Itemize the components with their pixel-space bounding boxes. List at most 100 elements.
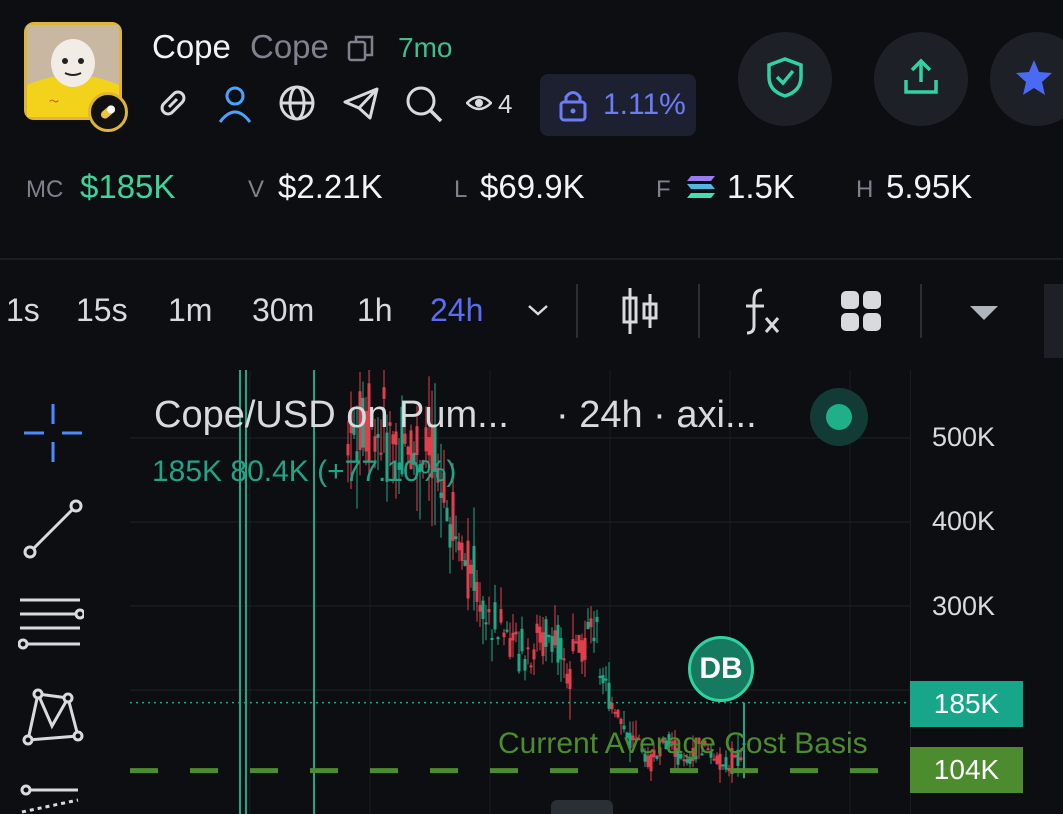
candle-body: [463, 560, 467, 566]
market-cap-label: MC: [26, 176, 64, 203]
toolbar-divider: [698, 284, 700, 338]
candle-body: [535, 623, 539, 633]
market-cap-value: $185K: [80, 168, 176, 205]
candle-body: [568, 668, 572, 690]
timeframe-30m[interactable]: 30m: [252, 292, 314, 329]
timeframe-1m[interactable]: 1m: [168, 292, 212, 329]
dropdown-triangle-icon[interactable]: [968, 304, 1000, 327]
layout-grid-icon[interactable]: [840, 290, 882, 337]
candle-body: [595, 616, 599, 623]
candle-body: [520, 628, 524, 652]
candle-body: [538, 626, 542, 643]
candle-body: [373, 436, 377, 452]
fib-icon[interactable]: [17, 592, 86, 659]
price-tick-label: 500K: [932, 422, 996, 452]
current-price-tag: 185K: [910, 681, 1023, 727]
candle-body: [487, 609, 491, 613]
candle-body: [619, 718, 623, 725]
toolbar-overflow: [1044, 284, 1063, 358]
candle-body: [505, 629, 509, 632]
candle-body: [457, 541, 461, 551]
candle-body: [583, 637, 587, 660]
candle-body: [550, 636, 554, 652]
timeframe-1s[interactable]: 1s: [6, 292, 40, 329]
trendline-icon[interactable]: [22, 498, 84, 565]
volume-label: V: [248, 176, 265, 203]
ray-icon[interactable]: [20, 782, 82, 814]
candle-body: [532, 649, 536, 660]
candle-body: [451, 492, 455, 541]
candle-body: [511, 632, 515, 641]
timeframe-24h[interactable]: 24h: [430, 292, 483, 329]
candle-body: [493, 602, 497, 630]
favorite-button[interactable]: [990, 32, 1063, 126]
candle-body: [445, 507, 449, 522]
viewer-count: 4: [498, 89, 513, 119]
pill-badge-icon: [88, 92, 128, 132]
indicators-icon[interactable]: [740, 286, 782, 341]
share-button[interactable]: [874, 32, 968, 126]
candle-body: [592, 637, 596, 642]
candle-body: [517, 653, 521, 672]
chart-timeframe-label: · 24h · axi...: [556, 394, 757, 436]
link-icon[interactable]: [154, 84, 192, 124]
candle-body: [427, 437, 431, 456]
candle-body: [613, 711, 617, 714]
candle-body: [346, 443, 350, 456]
candle-body: [448, 524, 452, 548]
header-divider: [0, 258, 1063, 260]
candle-body: [721, 764, 725, 767]
fees-value: 1.5K: [727, 168, 795, 205]
candle-body: [580, 640, 584, 662]
candle-body: [514, 631, 518, 635]
candle-body: [484, 622, 488, 625]
candle-body: [559, 638, 563, 660]
token-name: Cope: [152, 28, 231, 65]
candle-body: [523, 659, 527, 671]
audit-button[interactable]: [738, 32, 832, 126]
pattern-icon[interactable]: [20, 686, 86, 753]
chevron-down-icon[interactable]: [526, 302, 550, 323]
candle-body: [439, 492, 443, 498]
globe-icon[interactable]: [278, 84, 316, 124]
token-age: 7mo: [398, 32, 453, 63]
liquidity-label: L: [454, 176, 468, 203]
user-icon[interactable]: [216, 84, 254, 124]
candle-body: [466, 540, 470, 599]
candle-body: [547, 634, 551, 638]
copy-icon[interactable]: [346, 33, 376, 68]
crosshair-icon[interactable]: [22, 402, 84, 469]
candle-body: [616, 709, 620, 718]
candle-body: [499, 609, 503, 623]
candle-body: [565, 673, 569, 684]
shield-icon: [766, 56, 804, 103]
candlestick-icon[interactable]: [620, 286, 660, 341]
telegram-icon[interactable]: [342, 84, 380, 124]
candle-body: [571, 639, 575, 652]
chart-ohlc-values: 185K 80.4K (+77.10%): [152, 455, 457, 488]
share-icon: [902, 58, 940, 101]
candle-body: [562, 658, 566, 661]
candle-body: [589, 618, 593, 628]
cost-basis-label: Current Average Cost Basis: [498, 727, 868, 760]
candle-body: [460, 542, 464, 561]
candle-body: [553, 630, 557, 646]
timeframe-1h[interactable]: 1h: [357, 292, 393, 329]
cost-basis-price-tag: 104K: [910, 747, 1023, 793]
lock-icon: [558, 88, 588, 128]
candle-body: [544, 619, 548, 647]
liquidity-value: $69.9K: [480, 168, 585, 205]
candle-body: [598, 675, 602, 678]
candle-body: [496, 637, 500, 640]
candle-body: [469, 564, 473, 574]
holders-label: H: [856, 176, 874, 203]
fees-label: F: [656, 176, 671, 203]
candle-body: [508, 637, 512, 657]
timeframe-15s[interactable]: 15s: [76, 292, 128, 329]
search-icon[interactable]: [404, 84, 444, 124]
locked-supply-pct: 1.11%: [603, 88, 686, 121]
star-icon: [1014, 57, 1054, 102]
db-trade-marker[interactable]: DB: [688, 636, 754, 702]
candle-body: [475, 581, 479, 602]
chart-scroll-handle[interactable]: [551, 800, 613, 814]
